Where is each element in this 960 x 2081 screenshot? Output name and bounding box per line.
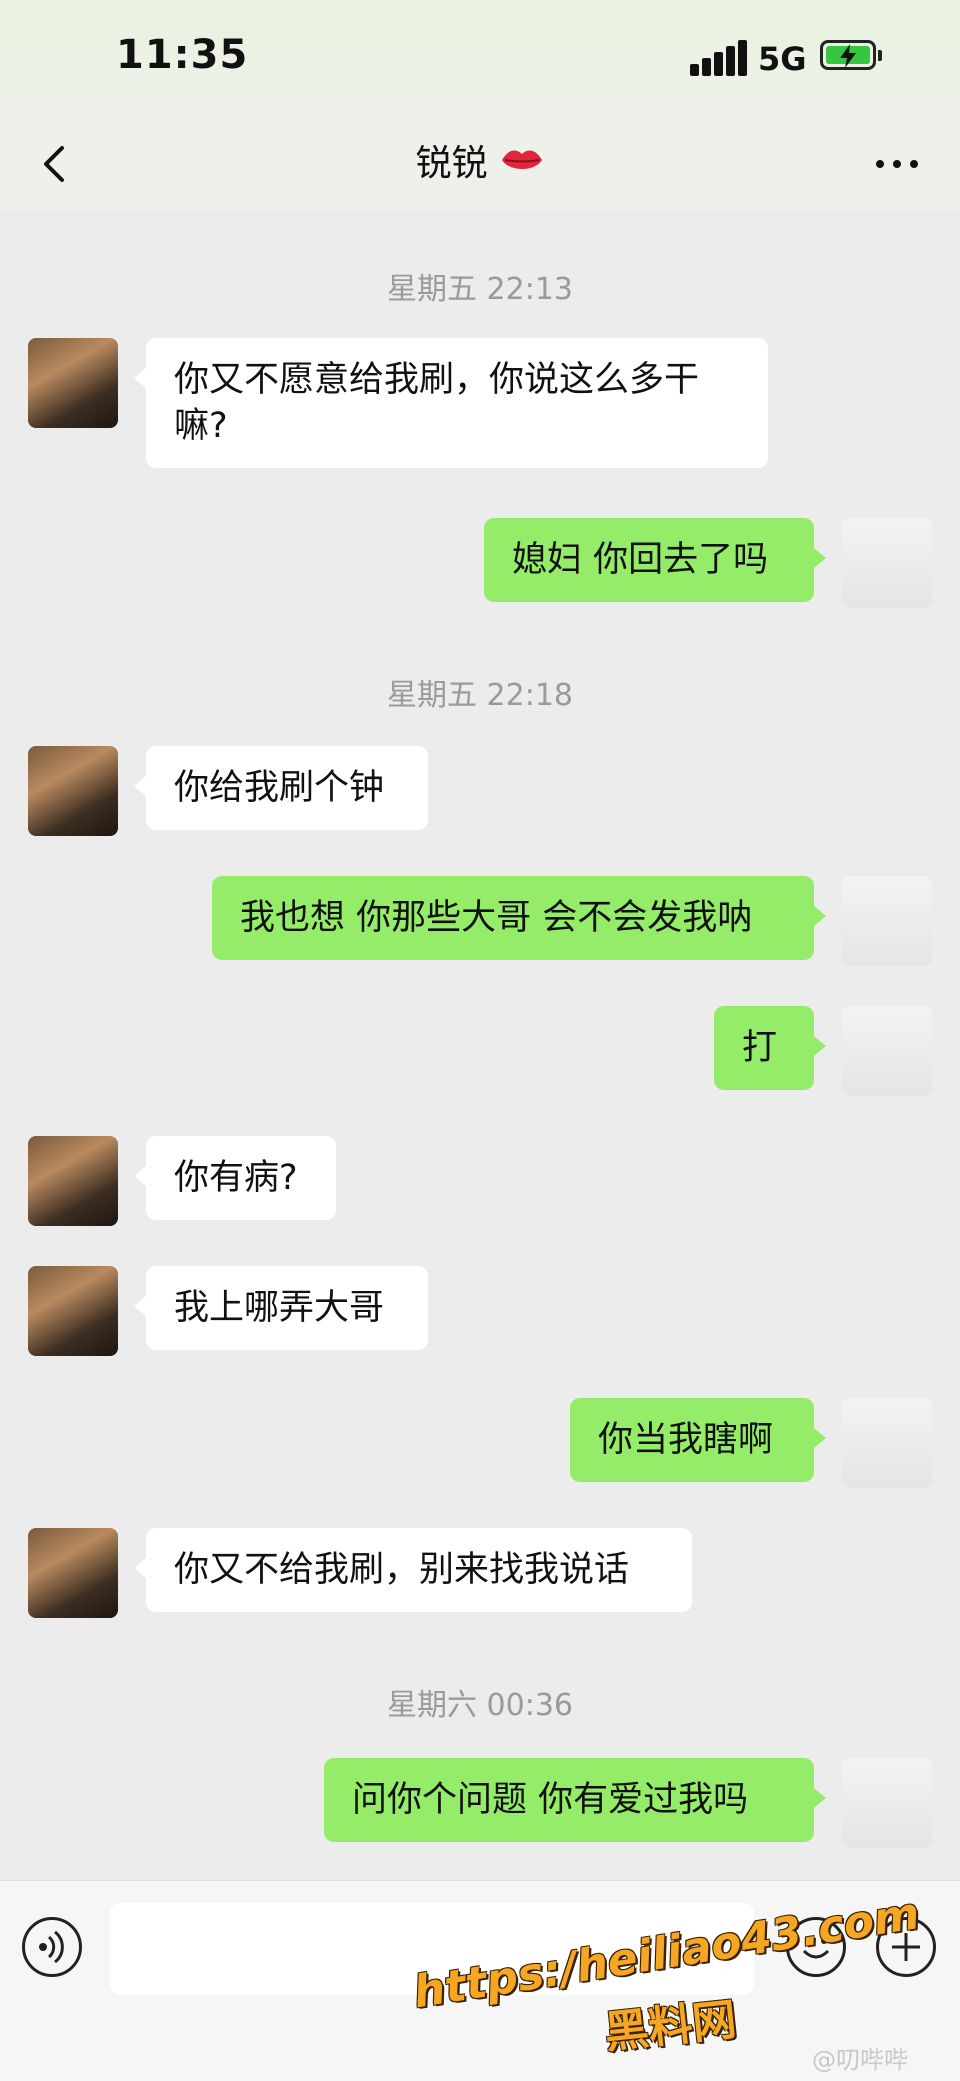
- watermark-name: 黑料网: [602, 1994, 739, 2059]
- signal-icon: [690, 40, 747, 76]
- timestamp: 星期六 00:36: [387, 1688, 573, 1723]
- timestamp: 星期五 22:13: [387, 272, 573, 307]
- my-avatar[interactable]: [842, 518, 932, 608]
- contact-avatar[interactable]: [28, 1528, 118, 1618]
- contact-avatar[interactable]: [28, 338, 118, 428]
- status-bar: 11:35 5G: [0, 0, 960, 120]
- received-message[interactable]: 你给我刷个钟: [134, 746, 428, 830]
- contact-avatar[interactable]: [28, 1266, 118, 1356]
- more-icon[interactable]: [872, 152, 922, 176]
- chat-title: 锐锐: [415, 143, 488, 184]
- chat-title-wrap: 锐锐: [0, 134, 960, 186]
- my-avatar[interactable]: [842, 1398, 932, 1488]
- contact-avatar[interactable]: [28, 1136, 118, 1226]
- received-message[interactable]: 你又不给我刷，别来找我说话: [134, 1528, 692, 1612]
- my-avatar[interactable]: [842, 876, 932, 966]
- voice-icon[interactable]: [22, 1917, 82, 1977]
- sent-message[interactable]: 你当我瞎啊: [570, 1398, 826, 1482]
- weibo-watermark: @叨哔哔: [812, 2046, 908, 2074]
- timestamp: 星期五 22:18: [387, 678, 573, 713]
- my-avatar[interactable]: [842, 1758, 932, 1848]
- contact-avatar[interactable]: [28, 746, 118, 836]
- received-message[interactable]: 你有病?: [134, 1136, 336, 1220]
- sent-message[interactable]: 打: [714, 1006, 826, 1090]
- lips-icon: [501, 150, 542, 169]
- chat-header: 锐锐: [0, 120, 960, 210]
- my-avatar[interactable]: [842, 1006, 932, 1096]
- received-message[interactable]: 我上哪弄大哥: [134, 1266, 428, 1350]
- sent-message[interactable]: 媳妇 你回去了吗: [484, 518, 826, 602]
- sent-message[interactable]: 我也想 你那些大哥 会不会发我呐: [212, 876, 826, 960]
- battery-icon: [820, 40, 882, 74]
- network-type: 5G: [758, 40, 807, 78]
- sent-message[interactable]: 问你个问题 你有爱过我吗: [324, 1758, 826, 1842]
- received-message[interactable]: 你又不愿意给我刷，你说这么多干嘛?: [134, 338, 768, 468]
- status-time: 11:35: [116, 32, 249, 78]
